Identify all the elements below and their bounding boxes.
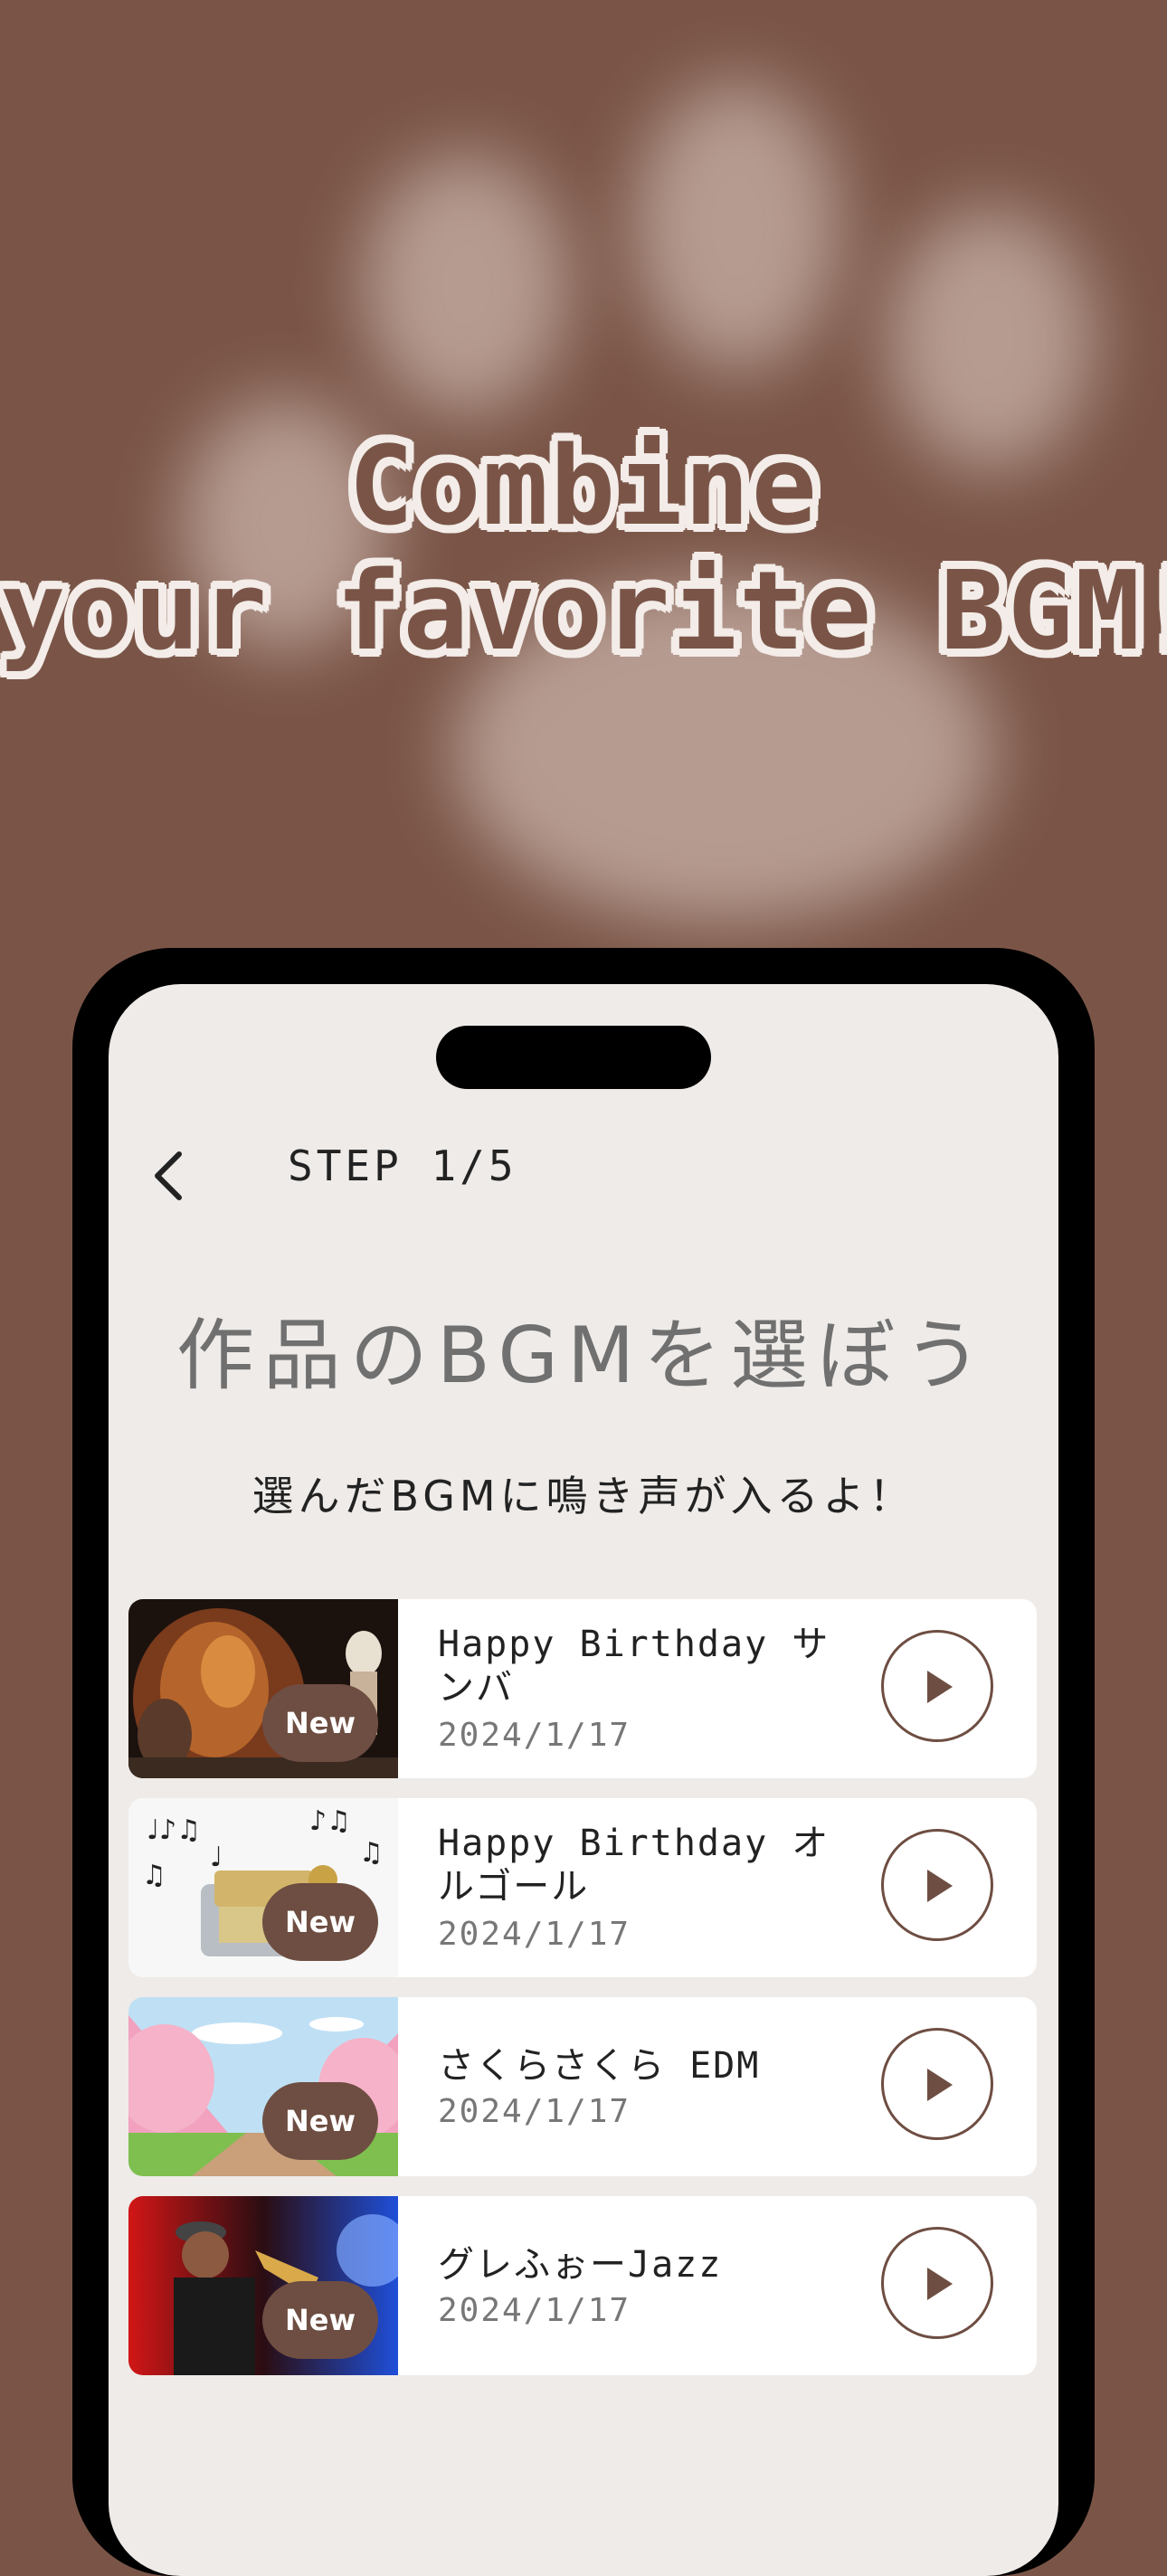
track-info: Happy Birthday サンバ 2024/1/17	[438, 1599, 845, 1778]
track-title: さくらさくら EDM	[438, 2045, 761, 2087]
track-date: 2024/1/17	[438, 2093, 631, 2130]
track-info: グレふぉーJazz 2024/1/17	[438, 2196, 845, 2375]
headline-line-1: Combine	[348, 424, 819, 550]
promo-headline: Combine your favorite BGM!	[0, 425, 1167, 675]
track-title: Happy Birthday サンバ	[438, 1624, 830, 1709]
play-button[interactable]	[881, 1630, 993, 1742]
svg-text:♫: ♫	[142, 1860, 166, 1891]
play-button[interactable]	[881, 2227, 993, 2339]
new-badge: New	[262, 1883, 378, 1961]
svg-text:♪♫: ♪♫	[309, 1805, 351, 1837]
svg-text:♩♪♫: ♩♪♫	[147, 1814, 201, 1846]
track-thumbnail: New	[128, 1997, 398, 2176]
new-badge: New	[262, 2082, 378, 2160]
track-date: 2024/1/17	[438, 2292, 631, 2329]
back-button[interactable]	[143, 1138, 197, 1210]
track-thumbnail: New	[128, 2196, 398, 2375]
phone-frame: STEP 1/5 作品のBGMを選ぼう 選んだBGMに鳴き声が入るよ！ New …	[72, 948, 1095, 2576]
new-badge: New	[262, 2281, 378, 2359]
page-subtitle: 選んだBGMに鳴き声が入るよ！	[251, 1472, 916, 1520]
track-title: Happy Birthday オルゴール	[438, 1823, 830, 1908]
track-thumbnail: ♩♪♫ ♫ ♩ ♪♫ ♫ New	[128, 1798, 398, 1977]
track-info: さくらさくら EDM 2024/1/17	[438, 1997, 845, 2176]
svg-text:♫: ♫	[359, 1837, 384, 1869]
track-item[interactable]: New グレふぉーJazz 2024/1/17	[128, 2196, 1037, 2375]
play-icon	[927, 1671, 953, 1703]
bgm-track-list: New Happy Birthday サンバ 2024/1/17 ♩♪♫ ♫ ♩…	[128, 1599, 1037, 2395]
phone-screen: STEP 1/5 作品のBGMを選ぼう 選んだBGMに鳴き声が入るよ！ New …	[109, 984, 1058, 2576]
track-info: Happy Birthday オルゴール 2024/1/17	[438, 1798, 845, 1977]
page-title: 作品のBGMを選ぼう	[176, 1311, 991, 1401]
play-button[interactable]	[881, 1829, 993, 1941]
svg-text:♩: ♩	[210, 1842, 223, 1873]
chevron-left-icon	[155, 1151, 182, 1200]
play-icon	[927, 2268, 953, 2300]
play-icon	[927, 1870, 953, 1902]
track-thumbnail: New	[128, 1599, 398, 1778]
track-item[interactable]: New Happy Birthday サンバ 2024/1/17	[128, 1599, 1037, 1778]
headline-line-2: your favorite BGM!	[0, 549, 1167, 675]
step-indicator: STEP 1/5	[288, 1141, 517, 1190]
dynamic-island	[436, 1026, 711, 1089]
track-item[interactable]: ♩♪♫ ♫ ♩ ♪♫ ♫ New Happy Birthday オルゴール 20…	[128, 1798, 1037, 1977]
track-date: 2024/1/17	[438, 1916, 631, 1953]
play-button[interactable]	[881, 2028, 993, 2140]
play-icon	[927, 2069, 953, 2101]
track-date: 2024/1/17	[438, 1717, 631, 1754]
track-item[interactable]: New さくらさくら EDM 2024/1/17	[128, 1997, 1037, 2176]
paw-toe-2	[633, 81, 841, 371]
track-title: グレふぉーJazz	[438, 2244, 723, 2286]
paw-toe-1	[362, 154, 570, 416]
new-badge: New	[262, 1684, 378, 1762]
